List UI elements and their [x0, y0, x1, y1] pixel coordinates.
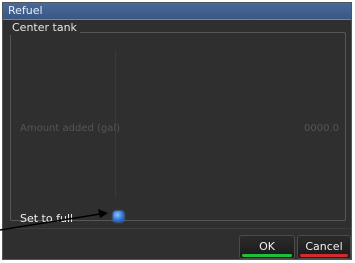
cancel-button-label: Cancel [305, 240, 343, 253]
title-bar: Refuel [3, 3, 351, 20]
cancel-button[interactable]: Cancel [297, 235, 351, 259]
ok-button-label: OK [259, 240, 275, 253]
dialog-title: Refuel [8, 4, 43, 17]
ok-button[interactable]: OK [239, 235, 295, 259]
divider [3, 228, 351, 229]
amount-added-field[interactable]: 0000.0 [304, 123, 339, 135]
set-to-full-checkbox[interactable] [113, 211, 124, 222]
amount-added-label: Amount added (gal) [20, 123, 121, 134]
ok-accent-bar [242, 254, 292, 257]
set-to-full-label: Set to full [20, 212, 74, 225]
group-legend: Center tank [9, 21, 80, 35]
cancel-accent-bar [300, 254, 348, 257]
refuel-dialog: Refuel Center tank Amount added (gal) 00… [2, 2, 352, 260]
